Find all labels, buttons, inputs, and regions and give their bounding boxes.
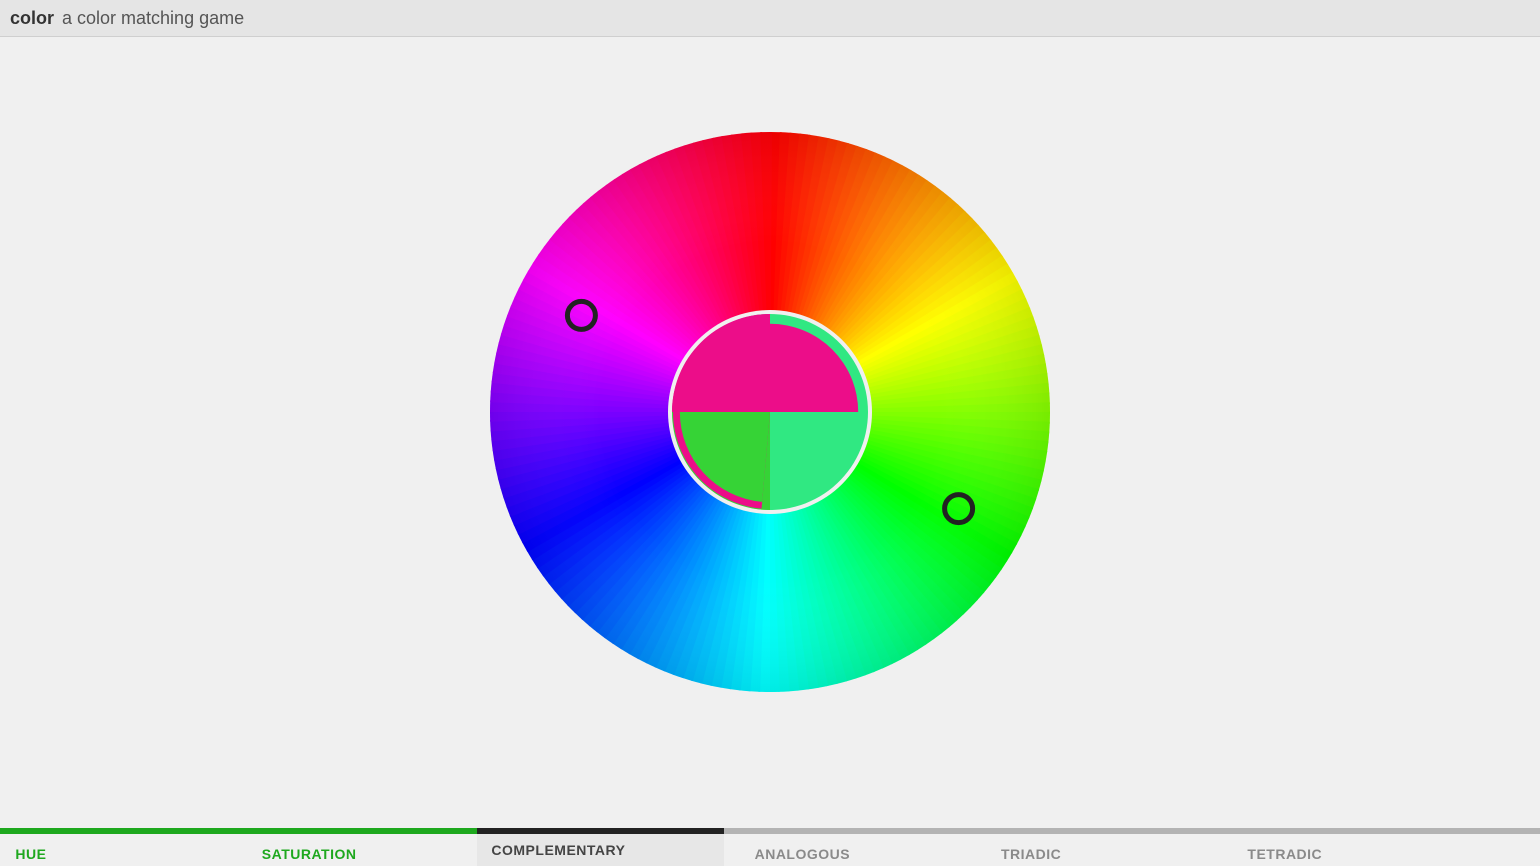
game-stage (0, 36, 1540, 788)
app-title: color (10, 8, 54, 29)
level-label-saturation[interactable]: SATURATION (262, 846, 357, 862)
level-label-analogous[interactable]: ANALOGOUS (755, 846, 851, 862)
color-wheel[interactable] (490, 132, 1050, 692)
level-label-tetradic[interactable]: TETRADIC (1247, 846, 1322, 862)
level-footer: COMPLEMENTARY HUESATURATIONANALOGOUSTRIA… (0, 788, 1540, 866)
level-label-triadic[interactable]: TRIADIC (1001, 846, 1061, 862)
level-label-hue[interactable]: HUE (15, 846, 46, 862)
progress-completed (0, 828, 477, 834)
app-subtitle: a color matching game (62, 8, 244, 29)
level-labels: HUE SATURATION ANALOGOUS TRIADIC TETRADIC (0, 846, 1540, 866)
app-header: color a color matching game (0, 0, 1540, 37)
